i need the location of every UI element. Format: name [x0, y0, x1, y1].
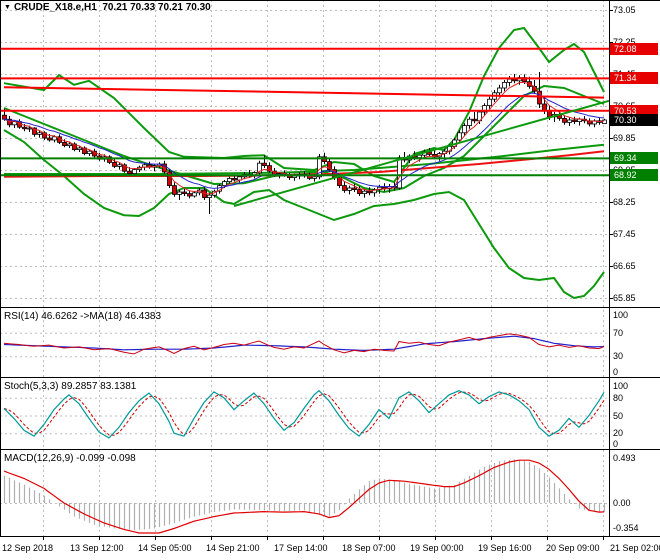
time-label: 14 Sep 21:00	[206, 543, 260, 553]
stoch-d-line	[4, 392, 604, 435]
time-label: 17 Sep 14:00	[274, 543, 328, 553]
price-tick-label: 73.05	[613, 5, 636, 15]
price-tick-label: 65.85	[613, 293, 636, 303]
time-label: 21 Sep 02:00	[610, 543, 660, 553]
stoch-tick-label: 0	[613, 439, 618, 449]
rsi-indicator-label: RSI(14) 46.6262 ->MA(18) 46.4383	[4, 311, 161, 322]
symbol-period-label: CRUDE_X18.e,H1	[14, 2, 97, 13]
descending-red-resistance	[4, 87, 604, 97]
stoch-tick-label: 50	[613, 411, 623, 421]
macd-tick-label: 0.493	[613, 453, 636, 463]
macd-tick-label: 0.00	[613, 498, 631, 508]
time-label: 14 Sep 05:00	[138, 543, 192, 553]
price-tag-69.34: 69.34	[610, 152, 658, 164]
time-label: 19 Sep 16:00	[478, 543, 532, 553]
price-tag-68.92: 68.92	[610, 169, 658, 181]
stoch-tick-label: 100	[613, 381, 628, 391]
price-tick-label: 66.65	[613, 261, 636, 271]
macd-panel	[4, 459, 605, 533]
stochastic-panel	[4, 391, 604, 438]
stoch-tick-label: 80	[613, 393, 623, 403]
price-tag-72.08: 72.08	[610, 43, 658, 55]
chart-canvas[interactable]	[0, 0, 660, 560]
time-label: 19 Sep 00:00	[410, 543, 464, 553]
price-tick-label: 68.25	[613, 197, 636, 207]
price-tick-label: 69.85	[613, 133, 636, 143]
stoch-indicator-label: Stoch(5,3,3) 89.2857 83.1381	[4, 381, 136, 392]
stoch-k-line	[4, 391, 604, 438]
price-tag-71.34: 71.34	[610, 72, 658, 84]
time-label: 18 Sep 07:00	[342, 543, 396, 553]
symbol-dropdown-icon[interactable]: ▼	[4, 4, 11, 11]
ascending-green-support	[234, 101, 609, 206]
bollinger-bands	[4, 28, 604, 298]
time-label: 12 Sep 2018	[2, 543, 53, 553]
rsi-tick-label: 70	[613, 328, 623, 338]
rsi-tick-label: 100	[613, 310, 628, 320]
rsi-panel	[4, 334, 604, 354]
time-label: 13 Sep 12:00	[70, 543, 124, 553]
ohlc-values: 70.21 70.33 70.21 70.30	[102, 2, 210, 13]
chart-header: ▼CRUDE_X18.e,H1 70.21 70.33 70.21 70.30	[4, 2, 211, 13]
rsi-line	[4, 334, 604, 354]
time-label: 20 Sep 09:00	[546, 543, 600, 553]
rsi-tick-label: 0	[613, 367, 618, 377]
price-tag-70.30: 70.30	[610, 114, 658, 126]
price-tick-label: 67.45	[613, 229, 636, 239]
stoch-tick-label: 20	[613, 428, 623, 438]
macd-tick-label: -0.354	[613, 523, 639, 533]
price-levels	[0, 49, 609, 206]
trading-chart-window: ▼CRUDE_X18.e,H1 70.21 70.33 70.21 70.30 …	[0, 0, 660, 560]
macd-indicator-label: MACD(12,26,9) -0.099 -0.098	[4, 453, 136, 464]
rsi-tick-label: 30	[613, 351, 623, 361]
